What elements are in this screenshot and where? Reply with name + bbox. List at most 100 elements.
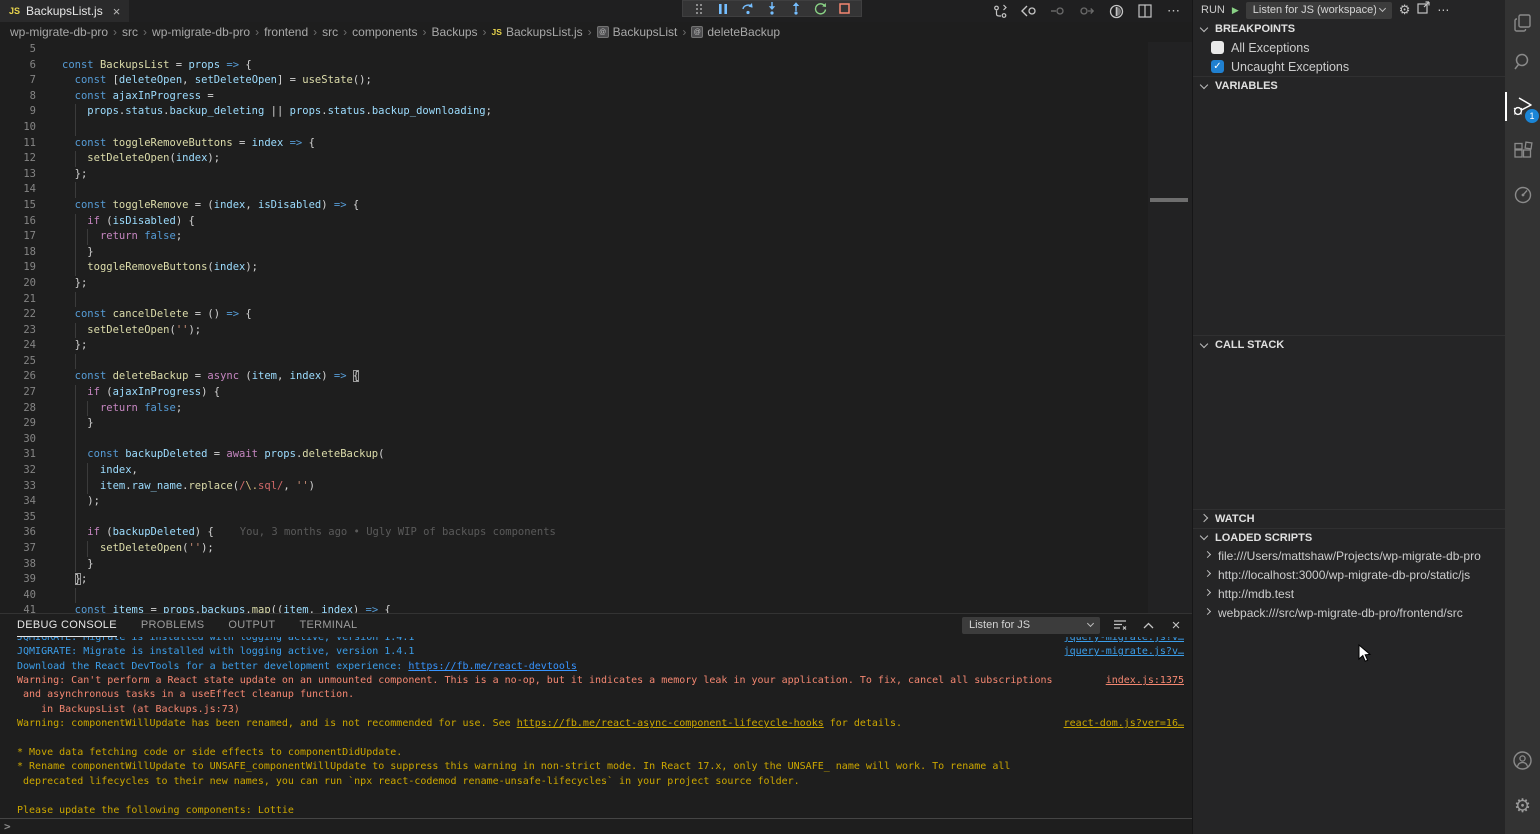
code-line[interactable]: 30 xyxy=(0,432,1148,448)
split-editor-icon[interactable] xyxy=(1137,3,1153,19)
configure-gear-icon[interactable]: ⚙ xyxy=(1399,2,1411,18)
panel-tab-terminal[interactable]: TERMINAL xyxy=(299,614,357,637)
tab-backupslist[interactable]: JS BackupsList.js × xyxy=(0,0,129,22)
loaded-script-row[interactable]: http://localhost:3000/wp-migrate-db-pro/… xyxy=(1193,565,1505,584)
debug-config-select[interactable]: Listen for JS (workspace) xyxy=(1246,2,1392,19)
panel-tab-problems[interactable]: PROBLEMS xyxy=(141,614,205,637)
reverse-continue-icon[interactable] xyxy=(1050,3,1066,19)
section-watch[interactable]: WATCH xyxy=(1193,509,1505,528)
code-line[interactable]: 7 const [deleteOpen, setDeleteOpen] = us… xyxy=(0,73,1148,89)
source-location-link[interactable]: index.js:1375 xyxy=(1094,674,1184,688)
code-line[interactable]: 37 setDeleteOpen(''); xyxy=(0,541,1148,557)
code-line[interactable]: 14 xyxy=(0,182,1148,198)
code-line[interactable]: 17 return false; xyxy=(0,229,1148,245)
code-line[interactable]: 21 xyxy=(0,292,1148,308)
breadcrumb-item[interactable]: wp-migrate-db-pro xyxy=(152,25,250,39)
code-line[interactable]: 40 xyxy=(0,588,1148,604)
loaded-script-row[interactable]: webpack:///src/wp-migrate-db-pro/fronten… xyxy=(1193,603,1505,622)
section-call-stack[interactable]: CALL STACK xyxy=(1193,335,1505,354)
code-line[interactable]: 10 xyxy=(0,120,1148,136)
breadcrumb-item[interactable]: frontend xyxy=(264,25,308,39)
loaded-script-row[interactable]: http://mdb.test xyxy=(1193,584,1505,603)
open-changes-icon[interactable] xyxy=(992,3,1008,19)
code-line[interactable]: 13 }; xyxy=(0,167,1148,183)
loaded-script-row[interactable]: file:///Users/mattshaw/Projects/wp-migra… xyxy=(1193,546,1505,565)
breadcrumb-item[interactable]: @deleteBackup xyxy=(691,25,780,39)
code-line[interactable]: 29 } xyxy=(0,416,1148,432)
breakpoint-row[interactable]: All Exceptions xyxy=(1193,38,1505,57)
code-line[interactable]: 16 if (isDisabled) { xyxy=(0,214,1148,230)
run-toggle-icon[interactable] xyxy=(1108,3,1124,19)
code-line[interactable]: 41 const items = props.backups.map((item… xyxy=(0,603,1148,613)
step-out-icon[interactable] xyxy=(787,1,805,16)
code-line[interactable]: 33 item.raw_name.replace(/\.sql/, '') xyxy=(0,479,1148,495)
code-line[interactable]: 5 xyxy=(0,42,1148,58)
code-line[interactable]: 35 xyxy=(0,510,1148,526)
search-icon[interactable] xyxy=(1505,44,1540,79)
section-variables[interactable]: VARIABLES xyxy=(1193,76,1505,95)
debug-console-icon[interactable] xyxy=(1417,1,1430,19)
breadcrumb-item[interactable]: JSBackupsList.js xyxy=(492,25,583,39)
code-line[interactable]: 23 setDeleteOpen(''); xyxy=(0,323,1148,339)
breadcrumb-item[interactable]: src xyxy=(122,25,138,39)
step-into-icon[interactable] xyxy=(763,1,781,16)
code-line[interactable]: 34 ); xyxy=(0,494,1148,510)
more-actions-icon[interactable]: ⋯ xyxy=(1166,3,1182,19)
code-line[interactable]: 8 const ajaxInProgress = xyxy=(0,89,1148,105)
code-line[interactable]: 11 const toggleRemoveButtons = index => … xyxy=(0,136,1148,152)
pause-icon[interactable] xyxy=(714,1,732,16)
code-line[interactable]: 19 toggleRemoveButtons(index); xyxy=(0,260,1148,276)
run-and-debug-icon[interactable]: 1 xyxy=(1505,89,1540,124)
code-line[interactable]: 38 } xyxy=(0,557,1148,573)
section-loaded-scripts[interactable]: LOADED SCRIPTS xyxy=(1193,528,1505,546)
minimap-scrollbar[interactable] xyxy=(1148,42,1192,613)
navigate-back-icon[interactable] xyxy=(1021,3,1037,19)
code-line[interactable]: 20 }; xyxy=(0,276,1148,292)
breadcrumb-item[interactable]: src xyxy=(322,25,338,39)
breakpoint-row[interactable]: ✓Uncaught Exceptions xyxy=(1193,57,1505,76)
breadcrumb-item[interactable]: Backups xyxy=(432,25,478,39)
explorer-icon[interactable] xyxy=(1505,5,1540,40)
code-line[interactable]: 22 const cancelDelete = () => { xyxy=(0,307,1148,323)
extensions-icon[interactable] xyxy=(1505,133,1540,168)
console-link[interactable]: https://fb.me/react-devtools xyxy=(408,661,577,672)
code-line[interactable]: 24 }; xyxy=(0,338,1148,354)
drag-grip-icon[interactable] xyxy=(690,1,708,16)
continue-forward-icon[interactable] xyxy=(1079,3,1095,19)
code-line[interactable]: 18 } xyxy=(0,245,1148,261)
panel-tab-debug-console[interactable]: DEBUG CONSOLE xyxy=(17,614,117,637)
code-line[interactable]: 32 index, xyxy=(0,463,1148,479)
code-line[interactable]: 26 const deleteBackup = async (item, ind… xyxy=(0,369,1148,385)
gitlens-icon[interactable] xyxy=(1505,177,1540,212)
source-location-link[interactable]: react-dom.js?ver=16… xyxy=(1052,717,1184,731)
account-icon[interactable] xyxy=(1505,743,1540,778)
clear-console-icon[interactable] xyxy=(1112,617,1128,633)
step-over-icon[interactable] xyxy=(739,1,757,16)
console-filter-select[interactable]: Listen for JS xyxy=(962,617,1100,634)
stop-icon[interactable] xyxy=(836,1,854,16)
start-debug-icon[interactable]: ▶ xyxy=(1232,5,1239,16)
console-link[interactable]: https://fb.me/react-async-component-life… xyxy=(517,718,824,729)
close-tab-icon[interactable]: × xyxy=(113,5,121,18)
code-line[interactable]: 25 xyxy=(0,354,1148,370)
restart-icon[interactable] xyxy=(812,1,830,16)
breadcrumb-item[interactable]: wp-migrate-db-pro xyxy=(10,25,108,39)
code-line[interactable]: 15 const toggleRemove = (index, isDisabl… xyxy=(0,198,1148,214)
breadcrumb-item[interactable]: @BackupsList xyxy=(597,25,678,39)
maximize-panel-icon[interactable] xyxy=(1140,617,1156,633)
console-input-row[interactable]: > xyxy=(0,818,1192,834)
code-line[interactable]: 28 return false; xyxy=(0,401,1148,417)
code-line[interactable]: 27 if (ajaxInProgress) { xyxy=(0,385,1148,401)
code-line[interactable]: 12 setDeleteOpen(index); xyxy=(0,151,1148,167)
code-line[interactable]: 6const BackupsList = props => { xyxy=(0,58,1148,74)
source-location-link[interactable]: jquery-migrate.js?v… xyxy=(1052,637,1184,645)
section-breakpoints[interactable]: BREAKPOINTS xyxy=(1193,20,1505,38)
close-panel-icon[interactable]: × xyxy=(1168,617,1184,633)
checkbox-unchecked[interactable] xyxy=(1211,41,1224,54)
code-line[interactable]: 9 props.status.backup_deleting || props.… xyxy=(0,104,1148,120)
views-more-icon[interactable]: ⋯ xyxy=(1437,3,1450,17)
settings-gear-icon[interactable]: ⚙ xyxy=(1505,789,1540,824)
source-location-link[interactable]: jquery-migrate.js?v… xyxy=(1052,645,1184,659)
code-line[interactable]: 36 if (backupDeleted) {You, 3 months ago… xyxy=(0,525,1148,541)
checkbox-checked[interactable]: ✓ xyxy=(1211,60,1224,73)
